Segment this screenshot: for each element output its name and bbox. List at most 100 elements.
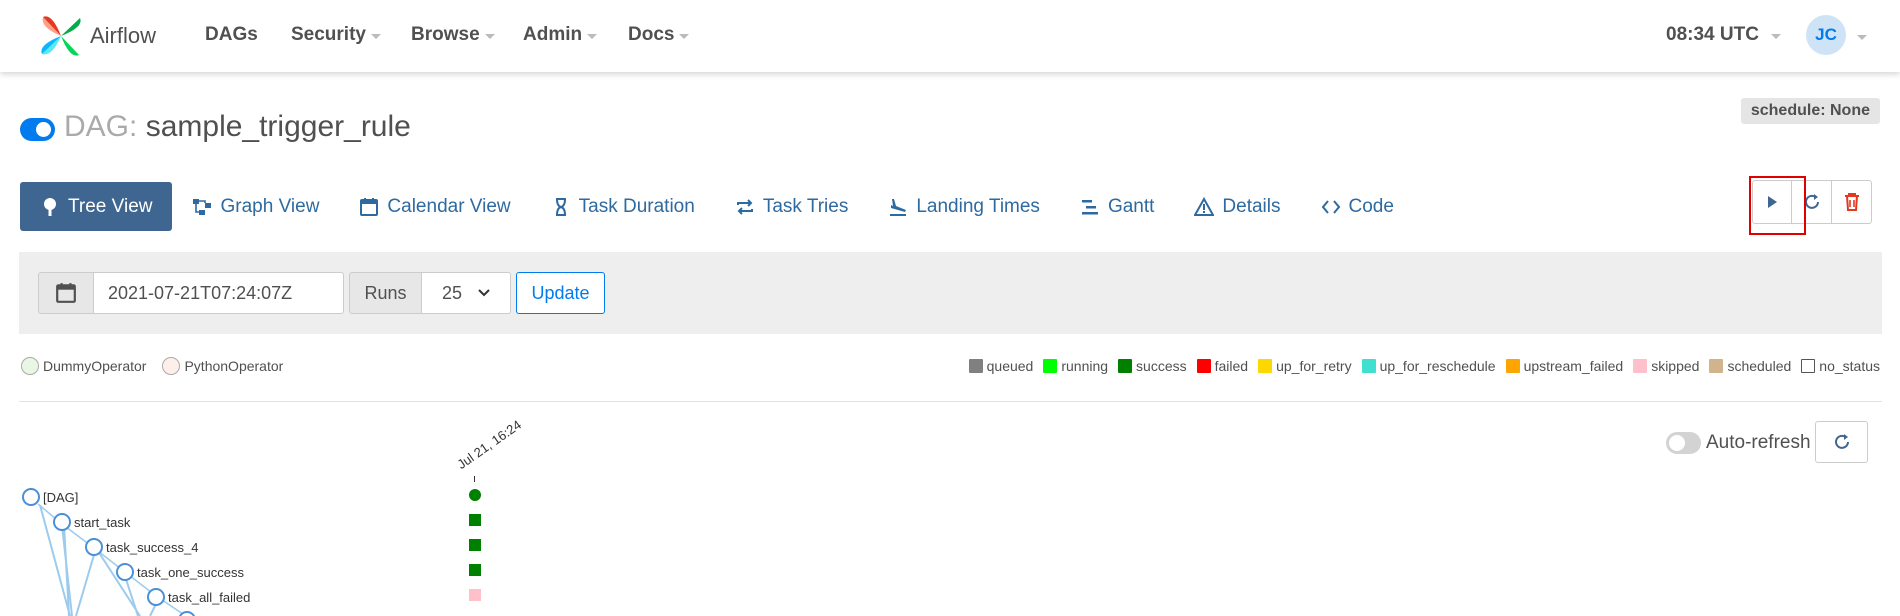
- state-legend-item[interactable]: up_for_retry: [1258, 358, 1352, 374]
- task-instance-square[interactable]: [469, 589, 481, 601]
- state-legend: queued running success failed up_for_retry up…: [959, 358, 1880, 374]
- tree-node-dag[interactable]: [DAG]: [22, 488, 78, 506]
- nav-docs[interactable]: Docs: [628, 24, 690, 46]
- state-swatch: [1361, 359, 1376, 373]
- task-instance-square[interactable]: [469, 564, 481, 576]
- tab-details[interactable]: Details: [1174, 182, 1300, 231]
- trigger-dag-button[interactable]: [1752, 180, 1792, 224]
- tab-code[interactable]: Code: [1301, 182, 1414, 231]
- calendar-icon: [359, 197, 379, 217]
- state-legend-item[interactable]: queued: [968, 358, 1033, 374]
- gantt-icon: [1080, 197, 1100, 217]
- state-legend-item[interactable]: success: [1118, 358, 1187, 374]
- tree-node-task-success-4[interactable]: task_success_4: [85, 538, 199, 556]
- base-date-input[interactable]: [94, 272, 344, 314]
- node-circle: [22, 488, 40, 506]
- brand[interactable]: Airflow: [36, 10, 156, 62]
- current-time: 08:34 UTC: [1666, 24, 1759, 45]
- tree-icon: [40, 197, 60, 217]
- node-circle: [147, 588, 165, 606]
- user-avatar[interactable]: JC: [1806, 15, 1846, 55]
- chevron-down-icon: [587, 33, 598, 39]
- nav-browse[interactable]: Browse: [411, 24, 495, 46]
- update-button[interactable]: Update: [516, 272, 605, 314]
- state-swatch: [1118, 359, 1133, 373]
- tab-task-duration[interactable]: Task Duration: [531, 182, 715, 231]
- node-circle: [178, 611, 196, 616]
- delete-dag-button[interactable]: [1832, 180, 1872, 224]
- tree-node-task-one-success[interactable]: task_one_success: [116, 563, 244, 581]
- tree-node-task-all-failed[interactable]: task_all_failed: [147, 588, 250, 606]
- state-legend-item[interactable]: up_for_reschedule: [1361, 358, 1496, 374]
- state-legend-item[interactable]: failed: [1196, 358, 1249, 374]
- state-label: skipped: [1651, 358, 1700, 374]
- refresh-button[interactable]: [1815, 421, 1868, 463]
- tab-task-tries[interactable]: Task Tries: [715, 182, 869, 231]
- chevron-down-icon: [478, 289, 490, 297]
- refresh-icon: [1804, 194, 1819, 209]
- schedule-badge: schedule: None: [1740, 98, 1880, 124]
- calendar-icon: [56, 283, 76, 303]
- chevron-down-icon: [370, 33, 381, 39]
- state-swatch: [1709, 359, 1724, 373]
- refresh-dag-button[interactable]: [1792, 180, 1832, 224]
- tree-node-partial[interactable]: [178, 611, 199, 616]
- auto-refresh-toggle[interactable]: [1666, 432, 1701, 454]
- state-swatch: [1633, 359, 1648, 373]
- timezone-dropdown[interactable]: 08:34 UTC: [1666, 24, 1781, 46]
- tab-tree-view[interactable]: Tree View: [20, 182, 173, 231]
- refresh-icon: [1834, 434, 1849, 449]
- tab-landing-times[interactable]: Landing Times: [868, 182, 1060, 231]
- nav-admin[interactable]: Admin: [523, 24, 598, 46]
- tab-label: Task Tries: [762, 195, 849, 217]
- tab-label: Landing Times: [916, 195, 1040, 217]
- airflow-logo-icon: [41, 16, 81, 56]
- chevron-down-icon[interactable]: [1857, 35, 1867, 40]
- state-label: failed: [1214, 358, 1249, 374]
- nav-dags[interactable]: DAGs: [205, 24, 258, 46]
- runs-label: Runs: [349, 272, 422, 314]
- chevron-down-icon: [484, 33, 495, 39]
- code-icon: [1321, 197, 1341, 217]
- operator-legend: DummyOperator PythonOperator: [21, 357, 299, 375]
- node-circle: [53, 513, 71, 531]
- dag-actions: [1752, 180, 1872, 224]
- operator-legend-item[interactable]: PythonOperator: [162, 357, 283, 375]
- tab-gantt[interactable]: Gantt: [1060, 182, 1174, 231]
- state-legend-item[interactable]: scheduled: [1709, 358, 1791, 374]
- nav-dags-label: DAGs: [205, 24, 258, 45]
- state-swatch: [1505, 359, 1520, 373]
- dag-pause-toggle[interactable]: [20, 118, 55, 141]
- dag-run-circle[interactable]: [469, 489, 481, 501]
- state-label: up_for_retry: [1276, 358, 1352, 374]
- runs-select[interactable]: 25: [421, 272, 511, 314]
- state-legend-item[interactable]: running: [1043, 358, 1108, 374]
- state-label: running: [1061, 358, 1109, 374]
- state-legend-item[interactable]: upstream_failed: [1505, 358, 1624, 374]
- state-swatch: [1196, 359, 1211, 373]
- operator-legend-item[interactable]: DummyOperator: [21, 357, 146, 375]
- tree-node-start-task[interactable]: start_task: [53, 513, 130, 531]
- task-instance-square[interactable]: [469, 539, 481, 551]
- tab-label: Graph View: [220, 195, 320, 217]
- tab-graph-view[interactable]: Graph View: [172, 182, 339, 231]
- dag-prefix: DAG:: [64, 110, 138, 143]
- state-legend-item[interactable]: skipped: [1633, 358, 1699, 374]
- nav-security[interactable]: Security: [291, 24, 381, 46]
- tab-label: Code: [1348, 195, 1394, 217]
- state-label: no_status: [1819, 358, 1880, 374]
- node-circle: [116, 563, 134, 581]
- task-instance-square[interactable]: [469, 514, 481, 526]
- nav-security-label: Security: [291, 24, 366, 45]
- node-label: task_all_failed: [168, 589, 251, 605]
- date-picker-button[interactable]: [38, 272, 94, 314]
- state-legend-item[interactable]: no_status: [1801, 358, 1880, 374]
- state-label: upstream_failed: [1523, 358, 1624, 374]
- dag-name: sample_trigger_rule: [145, 110, 411, 143]
- nav-admin-label: Admin: [523, 24, 583, 45]
- node-circle: [85, 538, 103, 556]
- node-label: task_success_4: [106, 539, 199, 555]
- tab-calendar-view[interactable]: Calendar View: [339, 182, 530, 231]
- graph-icon: [192, 197, 212, 217]
- state-swatch: [1043, 359, 1058, 373]
